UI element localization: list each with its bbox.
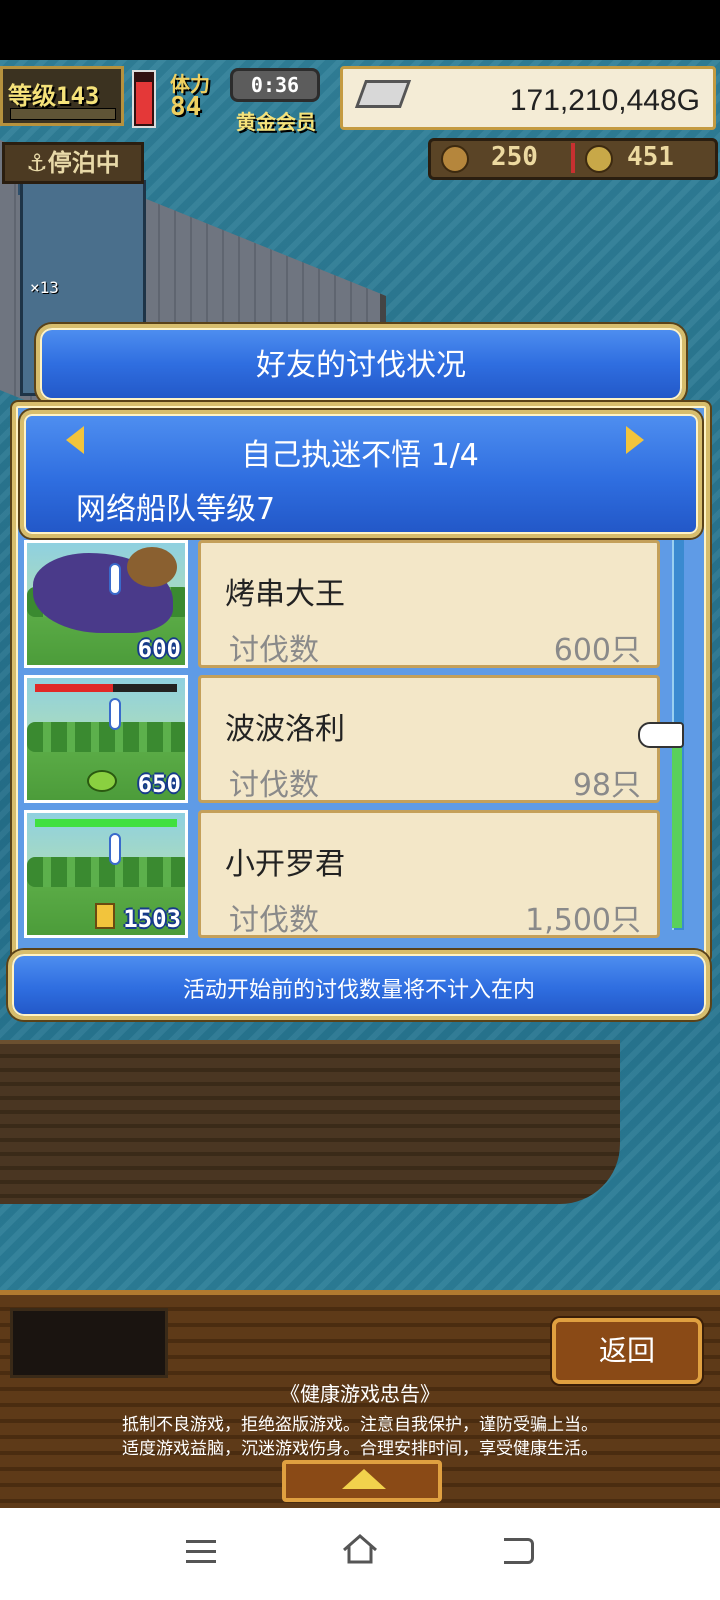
friend-info-card: 烤串大王 讨伐数 600只: [198, 540, 660, 668]
monster-thumbnail: 1503: [24, 810, 188, 938]
docked-status-label: 停泊中: [47, 149, 120, 177]
kill-count-label: 讨伐数: [229, 633, 319, 668]
alert-mark-icon: [109, 833, 121, 865]
stamina-value: 84: [170, 92, 202, 122]
friend-name: 小开罗君: [225, 847, 345, 882]
list-item[interactable]: 600 烤串大王 讨伐数 600只: [20, 540, 680, 670]
level-text: 等级143: [8, 82, 100, 110]
level-exp-bar: [10, 108, 116, 120]
back-button[interactable]: 返回: [552, 1318, 702, 1384]
friend-list[interactable]: 600 烤串大王 讨伐数 600只 650 波波洛利 讨伐数 98只 1503: [20, 540, 680, 954]
thumbnail-count: 1503: [123, 905, 181, 933]
kill-count-value: 1,500只: [525, 903, 641, 938]
monster-hp-bar: [35, 684, 177, 692]
monster-hp-fill: [35, 684, 114, 692]
kill-count-label: 讨伐数: [229, 903, 319, 938]
stamina-gauge-fill: [136, 82, 152, 124]
back-nav-icon[interactable]: [504, 1538, 534, 1564]
previous-player-arrow-icon[interactable]: [66, 426, 84, 454]
dialog-title: 好友的讨伐状况: [256, 348, 466, 383]
anchor-icon: ⚓: [26, 149, 48, 177]
kill-count-value: 98只: [572, 768, 641, 803]
fleet-level: 网络船队等级7: [76, 492, 276, 527]
monster-thumbnail: 600: [24, 540, 188, 668]
list-item[interactable]: 650 波波洛利 讨伐数 98只: [20, 675, 680, 805]
resource-divider: [571, 143, 575, 173]
menu-icon[interactable]: [186, 1540, 216, 1564]
alert-mark-icon: [109, 563, 121, 595]
green-monster-sprite: [87, 770, 117, 792]
home-icon[interactable]: [340, 1532, 380, 1566]
notice-text: 活动开始前的讨伐数量将不计入在内: [182, 978, 535, 1003]
thumbnail-trees: [27, 722, 185, 752]
trophy-icon: [95, 903, 115, 929]
monster-hp-fill: [35, 819, 177, 827]
friend-name: 烤串大王: [225, 577, 345, 612]
monster-head-sprite: [127, 547, 177, 587]
money-amount: 171,210,448G: [509, 84, 700, 117]
alert-mark-icon: [109, 698, 121, 730]
thumbnail-trees: [27, 857, 185, 887]
thumbnail-count: 650: [137, 770, 181, 798]
map-marker-label: ×13: [30, 278, 59, 297]
kill-count-value: 600只: [553, 633, 641, 668]
next-player-arrow-icon[interactable]: [626, 426, 644, 454]
kill-count-label: 讨伐数: [229, 768, 319, 803]
health-advice-line-1: 抵制不良游戏，拒绝盗版游戏。注意自我保护，谨防受骗上当。: [122, 1415, 598, 1435]
scrollbar-thumb[interactable]: [672, 738, 682, 928]
bullet-icon: [441, 145, 469, 173]
health-advice-line-2: 适度游戏益脑，沉迷游戏伤身。合理安排时间，享受健康生活。: [122, 1439, 598, 1459]
friend-info-card: 波波洛利 讨伐数 98只: [198, 675, 660, 803]
pointing-hand-icon: [638, 722, 684, 748]
resource-panel: 250 451: [428, 138, 718, 180]
monster-hp-bar: [35, 819, 177, 827]
friend-name: 波波洛利: [225, 712, 345, 747]
player-name: 自己执迷不悟 1/4: [241, 438, 479, 473]
docked-status-button[interactable]: ⚓停泊中: [2, 142, 144, 184]
list-item[interactable]: 1503 小开罗君 讨伐数 1,500只: [20, 810, 680, 940]
thumbnail-count: 600: [137, 635, 181, 663]
resource-1-value: 250: [491, 142, 538, 172]
stamina-timer: 0:36: [230, 68, 320, 102]
membership-badge: 黄金会员: [236, 110, 316, 134]
resource-2-value: 451: [627, 142, 674, 172]
health-advice-title: 《健康游戏忠告》: [280, 1382, 440, 1406]
monster-thumbnail: 650: [24, 675, 188, 803]
friend-info-card: 小开罗君 讨伐数 1,500只: [198, 810, 660, 938]
medal-icon: [585, 145, 613, 173]
empty-slot: [10, 1308, 168, 1378]
ship-hull: [0, 1040, 620, 1204]
up-arrow-icon: [342, 1469, 386, 1489]
